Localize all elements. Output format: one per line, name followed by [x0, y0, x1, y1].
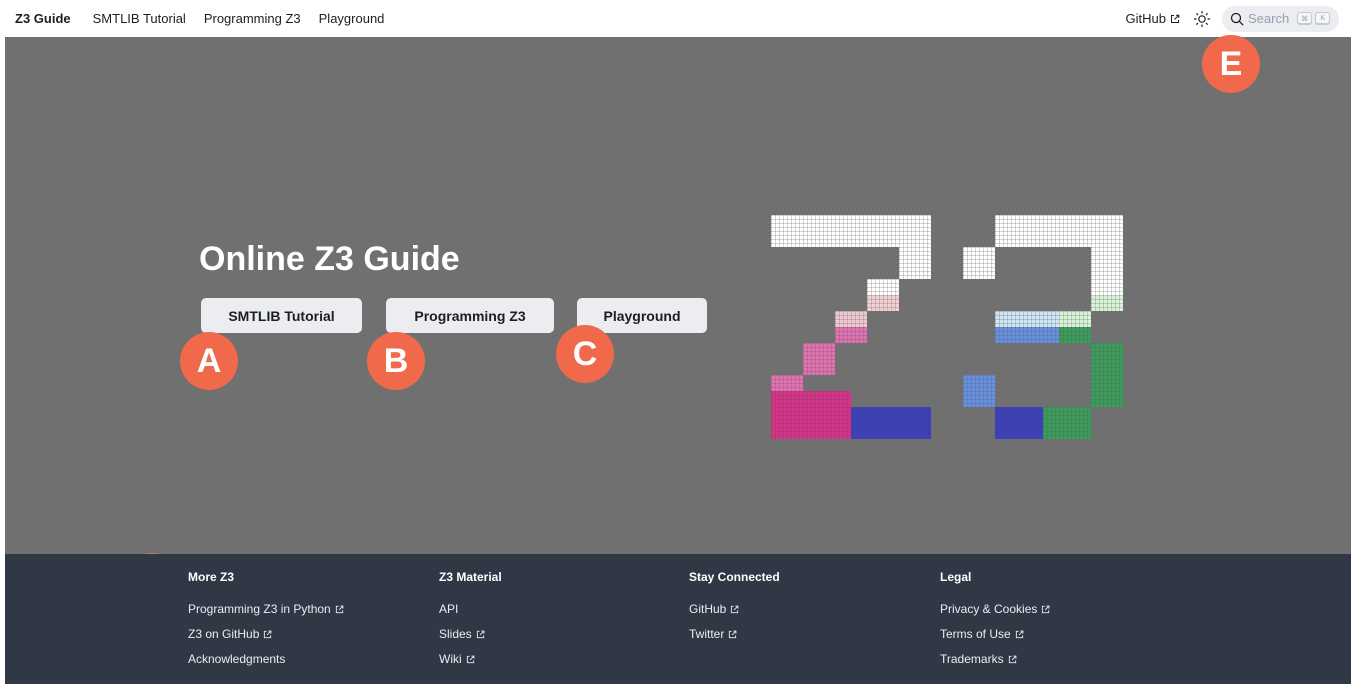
logo-block-grid — [995, 215, 1123, 247]
badge-a: A — [180, 332, 238, 390]
footer-link-label: Z3 on GitHub — [188, 627, 260, 641]
external-link-icon — [1015, 630, 1024, 638]
footer-link-privacy-cookies[interactable]: Privacy & Cookies — [940, 602, 1050, 616]
external-link-icon — [1042, 605, 1050, 613]
footer-title-more-z3: More Z3 — [188, 570, 235, 584]
kbd-command-key: ⌘ — [1297, 12, 1313, 25]
hero-banner: Online Z3 Guide SMTLIB Tutorial Programm… — [5, 37, 1351, 554]
external-link-icon — [264, 630, 272, 638]
footer-link-label: Slides — [439, 627, 472, 641]
search-placeholder: Search — [1248, 11, 1290, 26]
logo-block-grid — [1059, 327, 1091, 343]
logo-block-grid — [803, 343, 835, 375]
logo-block-grid — [1043, 407, 1091, 439]
search-icon — [1230, 12, 1244, 25]
external-link-icon — [335, 605, 344, 613]
logo-block-grid — [899, 247, 931, 279]
footer-link-label: Programming Z3 in Python — [188, 602, 331, 616]
nav-github-label: GitHub — [1125, 11, 1166, 26]
navbar-right: GitHub Search ⌘ K — [1126, 0, 1339, 37]
z3-logo — [771, 215, 1123, 439]
top-navbar: Z3 Guide SMTLIB Tutorial Programming Z3 … — [0, 0, 1351, 37]
logo-block-grid — [995, 327, 1059, 343]
kbd-k-key: K — [1315, 12, 1331, 25]
footer-column-legal: Legal Privacy & Cookies Terms of Use Tra… — [940, 570, 1050, 677]
footer-link-label: Acknowledgments — [188, 652, 286, 666]
footer-column-stay-connected: Stay Connected GitHub Twitter — [689, 570, 780, 652]
external-link-icon — [729, 630, 737, 638]
footer-link-terms-of-use[interactable]: Terms of Use — [940, 627, 1050, 641]
footer-title-z3-material: Z3 Material — [439, 570, 502, 584]
logo-block-grid — [835, 311, 867, 327]
logo-block-grid — [771, 391, 851, 439]
logo-block-grid — [867, 295, 899, 311]
footer-link-label: Twitter — [689, 627, 725, 641]
external-link-icon — [731, 605, 739, 613]
external-link-icon — [1008, 655, 1016, 663]
smtlib-tutorial-button[interactable]: SMTLIB Tutorial — [201, 298, 362, 333]
nav-link-github[interactable]: GitHub — [1126, 11, 1180, 26]
footer-title-stay-connected: Stay Connected — [689, 570, 780, 584]
badge-e: E — [1202, 35, 1260, 93]
footer-link-label: API — [439, 602, 459, 616]
external-link-icon — [476, 630, 485, 638]
footer-link-z3-on-github[interactable]: Z3 on GitHub — [188, 627, 344, 641]
footer-link-api[interactable]: API — [439, 602, 502, 616]
external-link-icon — [1171, 14, 1180, 23]
theme-toggle-button[interactable] — [1192, 9, 1212, 29]
logo-block-grid — [995, 407, 1043, 439]
footer-column-z3-material: Z3 Material API Slides Wiki — [439, 570, 502, 677]
footer-title-legal: Legal — [940, 570, 972, 584]
site-footer: More Z3 Programming Z3 in Python Z3 on G… — [5, 554, 1351, 684]
logo-block-grid — [771, 215, 931, 247]
logo-block-grid — [963, 375, 995, 407]
nav-link-smtlib-tutorial[interactable]: SMTLIB Tutorial — [93, 11, 186, 26]
logo-block-grid — [995, 311, 1059, 327]
logo-block-grid — [867, 279, 899, 295]
sun-icon — [1193, 10, 1211, 27]
footer-link-label: Wiki — [439, 652, 462, 666]
logo-block-grid — [851, 407, 931, 439]
footer-link-programming-z3-python[interactable]: Programming Z3 in Python — [188, 602, 344, 616]
external-link-icon — [466, 655, 475, 663]
logo-block-grid — [771, 375, 803, 391]
footer-link-wiki[interactable]: Wiki — [439, 652, 502, 666]
footer-link-label: Trademarks — [940, 652, 1004, 666]
footer-link-label: Privacy & Cookies — [940, 602, 1038, 616]
footer-link-github[interactable]: GitHub — [689, 602, 780, 616]
logo-block-grid — [835, 327, 867, 343]
footer-link-acknowledgments[interactable]: Acknowledgments — [188, 652, 344, 666]
footer-link-slides[interactable]: Slides — [439, 627, 502, 641]
logo-block-grid — [1091, 343, 1123, 407]
footer-link-twitter[interactable]: Twitter — [689, 627, 780, 641]
footer-column-more-z3: More Z3 Programming Z3 in Python Z3 on G… — [188, 570, 344, 677]
logo-block-grid — [1059, 311, 1091, 327]
brand-link[interactable]: Z3 Guide — [15, 11, 71, 26]
nav-link-playground[interactable]: Playground — [319, 11, 385, 26]
badge-b: B — [367, 332, 425, 390]
footer-link-label: Terms of Use — [940, 627, 1011, 641]
badge-c: C — [556, 325, 614, 383]
nav-link-programming-z3[interactable]: Programming Z3 — [204, 11, 301, 26]
footer-link-label: GitHub — [689, 602, 727, 616]
logo-block-grid — [1091, 295, 1123, 311]
footer-link-trademarks[interactable]: Trademarks — [940, 652, 1050, 666]
programming-z3-button[interactable]: Programming Z3 — [386, 298, 554, 333]
search-button[interactable]: Search ⌘ K — [1222, 5, 1339, 32]
logo-block-grid — [963, 247, 995, 279]
hero-title: Online Z3 Guide — [199, 240, 460, 278]
